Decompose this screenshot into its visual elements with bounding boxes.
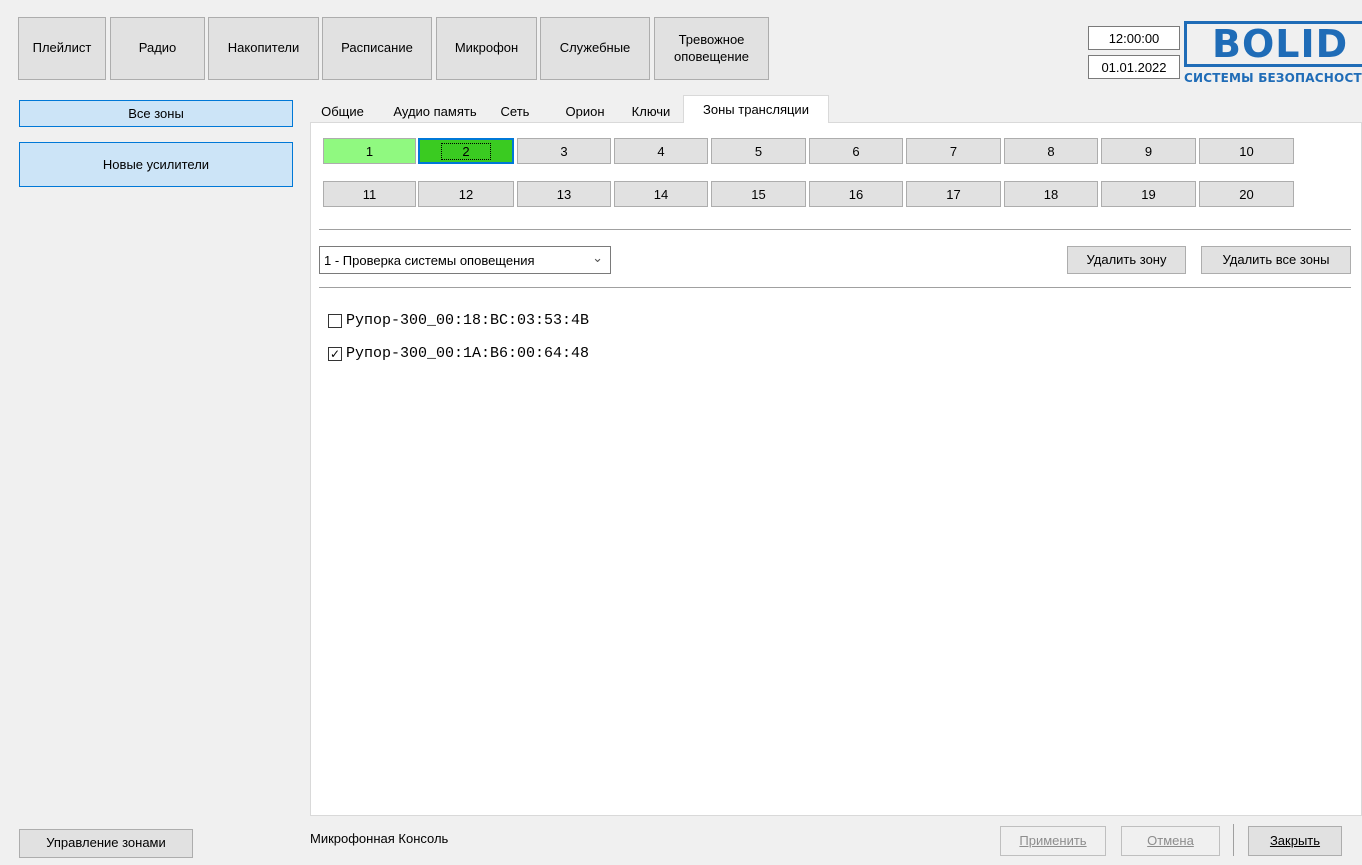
- tab-audio-memory[interactable]: Аудио память: [382, 100, 488, 122]
- checkbox[interactable]: [328, 313, 342, 328]
- zone-button-5[interactable]: 5: [711, 138, 806, 164]
- menu-microphone-button[interactable]: Микрофон: [436, 17, 537, 80]
- clock-date: 01.01.2022: [1088, 55, 1180, 79]
- all-zones-button[interactable]: Все зоны: [19, 100, 293, 127]
- zone-button-9[interactable]: 9: [1101, 138, 1196, 164]
- divider: [319, 287, 1351, 288]
- zone-button-11[interactable]: 11: [323, 181, 416, 207]
- zone-button-7[interactable]: 7: [906, 138, 1001, 164]
- divider: [319, 229, 1351, 230]
- tab-network[interactable]: Сеть: [497, 100, 533, 122]
- zone-button-15[interactable]: 15: [711, 181, 806, 207]
- new-amplifiers-button[interactable]: Новые усилители: [19, 142, 293, 187]
- apply-button[interactable]: Применить: [1000, 826, 1106, 856]
- zone-button-14[interactable]: 14: [614, 181, 708, 207]
- manage-zones-button[interactable]: Управление зонами: [19, 829, 193, 858]
- zone-button-8[interactable]: 8: [1004, 138, 1098, 164]
- zone-button-1[interactable]: 1: [323, 138, 416, 164]
- zone-button-18[interactable]: 18: [1004, 181, 1098, 207]
- chevron-down-icon: ⌄: [592, 250, 603, 265]
- tab-orion[interactable]: Орион: [556, 100, 614, 122]
- menu-alarm-button[interactable]: Тревожное оповещение: [654, 17, 769, 80]
- clock-time: 12:00:00: [1088, 26, 1180, 50]
- tab-general[interactable]: Общие: [311, 100, 374, 122]
- menu-radio-button[interactable]: Радио: [110, 17, 205, 80]
- device-label: Рупор-300_00:1A:B6:00:64:48: [346, 345, 590, 362]
- footer-separator: [1233, 824, 1234, 856]
- menu-storage-button[interactable]: Накопители: [208, 17, 319, 80]
- checkbox-checked[interactable]: ✓: [328, 346, 342, 361]
- menu-schedule-button[interactable]: Расписание: [322, 17, 432, 80]
- zone-button-20[interactable]: 20: [1199, 181, 1294, 207]
- delete-zone-button[interactable]: Удалить зону: [1067, 246, 1186, 274]
- tab-broadcast-zones[interactable]: Зоны трансляции: [683, 95, 829, 123]
- zone-button-16[interactable]: 16: [809, 181, 903, 207]
- close-button[interactable]: Закрыть: [1248, 826, 1342, 856]
- zone-button-19[interactable]: 19: [1101, 181, 1196, 207]
- zone-button-10[interactable]: 10: [1199, 138, 1294, 164]
- zone-button-3[interactable]: 3: [517, 138, 611, 164]
- delete-all-zones-button[interactable]: Удалить все зоны: [1201, 246, 1351, 274]
- cancel-button[interactable]: Отмена: [1121, 826, 1220, 856]
- zone-select[interactable]: 1 - Проверка системы оповещения ⌄: [319, 246, 611, 274]
- zone-button-6[interactable]: 6: [809, 138, 903, 164]
- zone-button-4[interactable]: 4: [614, 138, 708, 164]
- device-label: Рупор-300_00:18:BC:03:53:4B: [346, 312, 590, 329]
- device-checkbox-row[interactable]: ✓ Рупор-300_00:1A:B6:00:64:48: [328, 345, 589, 362]
- tab-keys[interactable]: Ключи: [622, 100, 680, 122]
- menu-playlist-button[interactable]: Плейлист: [18, 17, 106, 80]
- zone-button-12[interactable]: 12: [418, 181, 514, 207]
- broadcast-zones-panel: [310, 122, 1362, 816]
- bolid-logo: BOLID СИСТЕМЫ БЕЗОПАСНОСТИ: [1184, 21, 1362, 87]
- logo-word: BOLID: [1212, 22, 1349, 66]
- zone-button-13[interactable]: 13: [517, 181, 611, 207]
- device-name-label: Микрофонная Консоль: [310, 831, 449, 846]
- zone-button-2[interactable]: 2: [418, 138, 514, 164]
- logo-subtitle: СИСТЕМЫ БЕЗОПАСНОСТИ: [1184, 71, 1362, 85]
- zone-select-value: 1 - Проверка системы оповещения: [324, 252, 535, 268]
- device-checkbox-row[interactable]: Рупор-300_00:18:BC:03:53:4B: [328, 312, 589, 329]
- menu-service-button[interactable]: Служебные: [540, 17, 650, 80]
- zone-button-17[interactable]: 17: [906, 181, 1001, 207]
